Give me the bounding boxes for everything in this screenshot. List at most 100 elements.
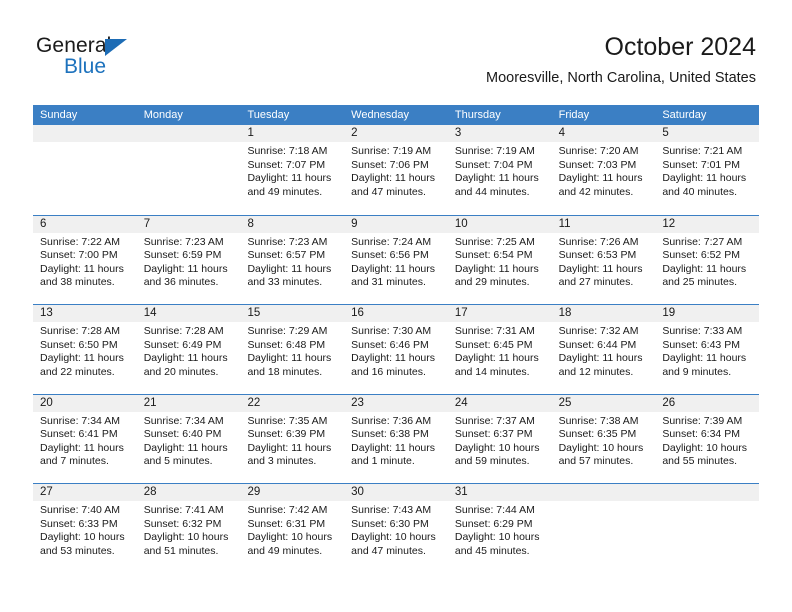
week-row: 27 Sunrise: 7:40 AM Sunset: 6:33 PM Dayligh… [33,483,760,573]
day-cell[interactable]: 24 Sunrise: 7:37 AM Sunset: 6:37 PM Dayligh… [447,394,552,484]
daylight-text-line2: and 3 minutes. [247,455,317,468]
daylight-text-line1: Daylight: 10 hours [247,531,333,544]
daylight-text-line2: and 40 minutes. [662,185,738,198]
sunset-text: Sunset: 6:45 PM [454,338,533,351]
sunrise-text: Sunrise: 7:18 AM [247,145,328,157]
day-cell[interactable]: 10 Sunrise: 7:25 AM Sunset: 6:54 PM Dayligh… [447,215,552,305]
day-cell[interactable]: 26 Sunrise: 7:39 AM Sunset: 6:34 PM Dayligh… [655,394,760,484]
weekday-header-monday: Monday [143,109,183,121]
day-cell[interactable]: 27 Sunrise: 7:40 AM Sunset: 6:33 PM Dayligh… [33,484,137,573]
day-info: Sunrise: 7:35 AM Sunset: 6:39 PM Daylight:… [240,412,344,469]
daylight-text-line1: Daylight: 11 hours [454,262,539,275]
daylight-text-line2: and 44 minutes. [454,185,530,198]
sunrise-text: Sunrise: 7:21 AM [662,145,743,157]
daylight-text-line2: and 12 minutes. [558,365,634,378]
daylight-text-line2: and 49 minutes. [247,544,323,557]
daylight-text-line2: and 55 minutes. [662,455,738,468]
day-cell[interactable]: 20 Sunrise: 7:34 AM Sunset: 6:41 PM Dayligh… [33,394,137,484]
day-cell[interactable]: 18 Sunrise: 7:32 AM Sunset: 6:44 PM Dayligh… [551,305,656,394]
day-cell[interactable]: 21 Sunrise: 7:34 AM Sunset: 6:40 PM Dayligh… [136,394,241,484]
sunrise-text: Sunrise: 7:19 AM [351,145,432,157]
daylight-text-line1: Daylight: 11 hours [662,172,747,185]
day-cell[interactable]: 14 Sunrise: 7:28 AM Sunset: 6:49 PM Dayligh… [136,305,241,394]
day-cell[interactable]: 16 Sunrise: 7:30 AM Sunset: 6:46 PM Dayligh… [344,305,448,394]
sunset-text: Sunset: 6:37 PM [454,428,533,441]
day-number-band: 17 [447,305,552,322]
day-cell[interactable]: 12 Sunrise: 7:27 AM Sunset: 6:52 PM Dayligh… [655,215,760,305]
daylight-text-line1: Daylight: 11 hours [662,262,747,275]
day-cell[interactable]: 11 Sunrise: 7:26 AM Sunset: 6:53 PM Dayligh… [551,215,656,305]
daylight-text-line1: Daylight: 11 hours [143,441,228,454]
daylight-text-line2: and 5 minutes. [143,455,213,468]
day-info [33,142,137,145]
day-number: 27 [40,486,53,498]
sunset-text: Sunset: 7:00 PM [40,249,118,262]
day-number-band: 10 [447,215,552,233]
sunset-text: Sunset: 7:07 PM [247,158,326,171]
day-cell[interactable]: 19 Sunrise: 7:33 AM Sunset: 6:43 PM Dayligh… [655,305,760,394]
day-cell[interactable]: 29 Sunrise: 7:42 AM Sunset: 6:31 PM Dayligh… [240,484,345,573]
day-number: 23 [351,396,364,409]
day-number: 29 [247,486,261,498]
day-cell[interactable]: 13 Sunrise: 7:28 AM Sunset: 6:50 PM Dayligh… [33,305,137,394]
sunrise-text: Sunrise: 7:28 AM [40,325,120,337]
day-info: Sunrise: 7:39 AM Sunset: 6:34 PM Daylight:… [655,412,759,469]
daylight-text-line1: Daylight: 11 hours [40,441,124,454]
day-cell[interactable]: 2 Sunrise: 7:19 AM Sunset: 7:06 PM Daylight… [344,125,448,215]
sunrise-text: Sunrise: 7:34 AM [143,414,224,427]
day-number-band: 8 [240,215,345,233]
day-cell[interactable]: 31 Sunrise: 7:44 AM Sunset: 6:29 PM Dayligh… [447,484,552,573]
day-info: Sunrise: 7:18 AM Sunset: 7:07 PM Daylight:… [240,142,344,199]
day-cell[interactable]: 15 Sunrise: 7:29 AM Sunset: 6:48 PM Dayligh… [240,305,345,394]
daylight-text-line1: Daylight: 11 hours [143,262,228,275]
sunset-text: Sunset: 6:57 PM [247,249,326,262]
day-number-band: 24 [447,394,552,412]
day-info: Sunrise: 7:26 AM Sunset: 6:53 PM Daylight:… [552,233,656,290]
day-number: 22 [247,396,261,409]
day-cell[interactable]: 7 Sunrise: 7:23 AM Sunset: 6:59 PM Daylight… [136,215,241,305]
day-cell[interactable]: 23 Sunrise: 7:36 AM Sunset: 6:38 PM Dayligh… [344,394,448,484]
day-cell[interactable]: 1 Sunrise: 7:18 AM Sunset: 7:07 PM Daylight… [240,125,345,215]
daylight-text-line1: Daylight: 11 hours [351,352,436,365]
sunrise-text: Sunrise: 7:25 AM [454,235,535,248]
general-blue-logo[interactable]: General Blue [36,34,166,86]
day-cell[interactable]: 30 Sunrise: 7:43 AM Sunset: 6:30 PM Dayligh… [344,484,448,573]
sunset-text: Sunset: 6:29 PM [454,517,533,530]
sunset-text: Sunset: 6:39 PM [247,428,326,441]
daylight-text-line2: and 20 minutes. [143,365,219,378]
day-cell[interactable]: 22 Sunrise: 7:35 AM Sunset: 6:39 PM Dayligh… [240,394,345,484]
daylight-text-line2: and 51 minutes. [143,544,219,557]
sunset-text: Sunset: 6:38 PM [351,428,429,441]
weekday-header-sunday: Sunday [40,109,78,121]
day-info: Sunrise: 7:21 AM Sunset: 7:01 PM Daylight:… [655,142,759,199]
day-cell[interactable]: 6 Sunrise: 7:22 AM Sunset: 7:00 PM Daylight… [33,215,137,305]
day-cell[interactable]: 8 Sunrise: 7:23 AM Sunset: 6:57 PM Daylight… [240,215,345,305]
week-row: 6 Sunrise: 7:22 AM Sunset: 7:00 PM Daylight… [33,214,760,305]
daylight-text-line1: Daylight: 11 hours [662,352,747,365]
sunset-text: Sunset: 7:06 PM [351,158,429,171]
day-number-band: 5 [655,125,760,142]
day-cell[interactable]: 9 Sunrise: 7:24 AM Sunset: 6:56 PM Daylight… [344,215,448,305]
daylight-text-line2: and 53 minutes. [40,544,115,557]
sunrise-text: Sunrise: 7:24 AM [351,235,432,248]
day-number: 10 [454,217,468,230]
day-cell-empty [136,125,241,215]
day-cell[interactable]: 4 Sunrise: 7:20 AM Sunset: 7:03 PM Daylight… [551,125,656,215]
day-cell[interactable]: 5 Sunrise: 7:21 AM Sunset: 7:01 PM Daylight… [655,125,760,215]
sunrise-text: Sunrise: 7:26 AM [558,235,639,248]
daylight-text-line1: Daylight: 10 hours [143,531,229,544]
day-number-band: 30 [344,484,448,501]
day-cell[interactable]: 3 Sunrise: 7:19 AM Sunset: 7:04 PM Daylight… [447,125,552,215]
daylight-text-line2: and 14 minutes. [454,365,530,378]
day-number-band: 12 [655,215,760,233]
sunset-text: Sunset: 6:50 PM [40,338,118,351]
day-number-band [136,125,241,142]
sunrise-text: Sunrise: 7:38 AM [558,414,639,427]
day-cell[interactable]: 17 Sunrise: 7:31 AM Sunset: 6:45 PM Dayligh… [447,305,552,394]
day-info: Sunrise: 7:31 AM Sunset: 6:45 PM Daylight:… [448,322,552,379]
sunrise-text: Sunrise: 7:19 AM [454,145,535,157]
day-cell[interactable]: 28 Sunrise: 7:41 AM Sunset: 6:32 PM Dayligh… [136,484,241,573]
daylight-text-line1: Daylight: 11 hours [351,441,436,454]
sunset-text: Sunset: 7:01 PM [662,158,740,171]
day-cell[interactable]: 25 Sunrise: 7:38 AM Sunset: 6:35 PM Dayligh… [551,394,656,484]
